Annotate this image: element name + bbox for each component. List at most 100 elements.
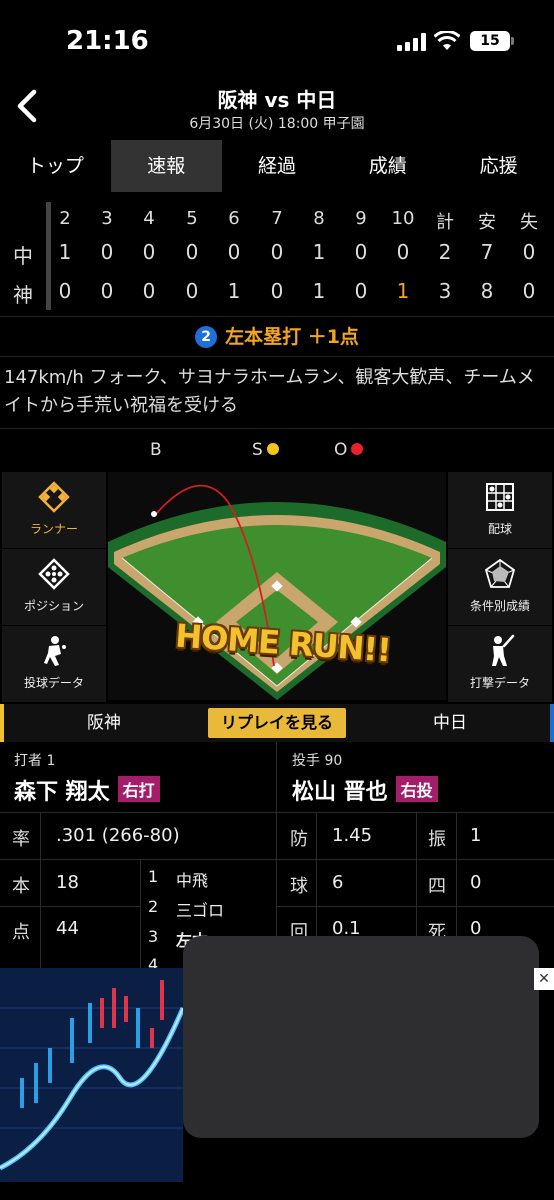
field-graphic: HOME RUN!! [108,472,446,700]
play-number-badge: 2 [195,326,218,348]
score-cell: 0 [58,279,72,303]
diamond-bases-icon [38,481,70,513]
at-bat-number: 3 [148,927,159,946]
tab-bar: トップ 速報 経過 成績 応援 [0,140,554,192]
stat-key: 点 [12,922,30,943]
tab-stats[interactable]: 成績 [332,140,443,192]
split-stats-label: 条件別成績 [469,599,530,613]
score-cell: 0 [142,279,156,303]
at-bat-number: 1 [148,867,159,886]
score-cell: 0 [185,279,199,303]
stat-key: 防 [290,829,308,850]
runner-button[interactable]: ランナー [2,472,106,548]
home-runs: 18 [56,872,79,893]
pitcher-hand-badge: 右投 [395,776,438,802]
tab-progress[interactable]: 経過 [222,140,333,192]
score-cell: 0 [185,240,199,264]
total-cell: 3 [438,279,452,303]
pitch-grid-icon [486,483,514,511]
divider [0,356,554,357]
team-hanshin: 神 [13,283,33,307]
positions-icon [38,558,70,590]
pitch-count: 6 [332,872,344,893]
score-cell: 0 [100,279,114,303]
inning-header: 6 [228,208,240,229]
score-cell: 1 [312,240,326,264]
errors-cell: 0 [522,240,536,264]
pitch-sequence-button[interactable]: 配球 [448,472,552,548]
ball-label: B [150,440,162,460]
stat-key: 振 [428,829,446,850]
batter-icon [492,634,515,666]
home-team-tab[interactable]: 阪神 [0,704,208,742]
batter-name: 森下 翔太 [14,780,110,805]
score-cell: 1 [227,279,241,303]
score-cell: 0 [227,240,241,264]
grid-divider [276,906,554,907]
play-text: 左本塁打 ＋1点 [225,326,359,348]
score-cell-highlight: 1 [396,279,410,303]
away-team-tab[interactable]: 中日 [346,704,554,742]
score-cell: 0 [354,279,368,303]
team-chunichi: 中 [13,244,33,268]
team-bar: 阪神 リプレイを見る 中日 [0,704,554,742]
play-result: 2 左本塁打 ＋1点 [0,318,554,356]
grid-divider [40,812,41,968]
score-cell: 0 [354,240,368,264]
pitching-data-label: 投球データ [23,676,84,690]
game-info: 6月30日 (火) 18:00 甲子園 [189,116,365,132]
grid-divider [0,859,554,860]
stat-key: 率 [12,829,30,850]
runner-label: ランナー [29,522,78,536]
replay-button[interactable]: リプレイを見る [208,708,346,738]
radar-chart-icon [484,558,516,588]
pitcher-name-row[interactable]: 松山 晋也 右投 [292,774,438,806]
hits-cell: 8 [480,279,494,303]
grid-divider [0,906,140,907]
ad-close-icon[interactable]: ✕ [534,968,554,990]
total-cell: 2 [438,240,452,264]
stat-key: 四 [428,876,446,897]
score-cell: 0 [142,240,156,264]
score-cell: 0 [270,240,284,264]
battery-icon: 15 [470,31,510,51]
tab-top[interactable]: トップ [0,140,111,192]
popup-overlay[interactable] [183,936,539,1138]
tab-live[interactable]: 速報 [110,140,222,192]
divider [0,428,554,429]
grid-divider [0,812,554,813]
score-cell: 1 [312,279,326,303]
position-button[interactable]: ポジション [2,549,106,625]
era: 1.45 [332,825,373,846]
pitching-data-button[interactable]: 投球データ [2,626,106,702]
inning-header: 2 [59,208,71,229]
ball-landing-point [151,511,157,517]
at-bat-number: 4 [148,955,159,968]
pitch-sequence-label: 配球 [487,522,512,536]
errors-cell: 0 [522,279,536,303]
pitcher-name: 松山 晋也 [292,780,388,805]
hits-header: 安 [478,212,496,233]
ad-chart-image [0,968,183,1182]
tab-cheer[interactable]: 応援 [443,140,554,192]
walks: 0 [470,872,482,893]
hits-cell: 7 [480,240,494,264]
score-cell: 0 [270,279,284,303]
page-title: 阪神 vs 中日 [217,88,337,112]
errors-header: 失 [520,212,538,233]
inning-header: 7 [271,208,283,229]
inning-header: 4 [143,208,155,229]
position-label: ポジション [23,599,84,613]
ad-banner[interactable] [0,968,183,1182]
strike-dot [266,443,279,455]
battery-tip [511,37,514,45]
batting-data-button[interactable]: 打撃データ [448,626,552,702]
out-text: O [334,440,348,460]
grid-divider [276,742,277,968]
inning-header: 9 [355,208,367,229]
batter-name-row[interactable]: 森下 翔太 右打 [14,774,160,806]
at-bat-number: 2 [148,897,159,916]
split-stats-button[interactable]: 条件別成績 [448,549,552,625]
inning-header: 3 [101,208,113,229]
score-cell: 0 [100,240,114,264]
